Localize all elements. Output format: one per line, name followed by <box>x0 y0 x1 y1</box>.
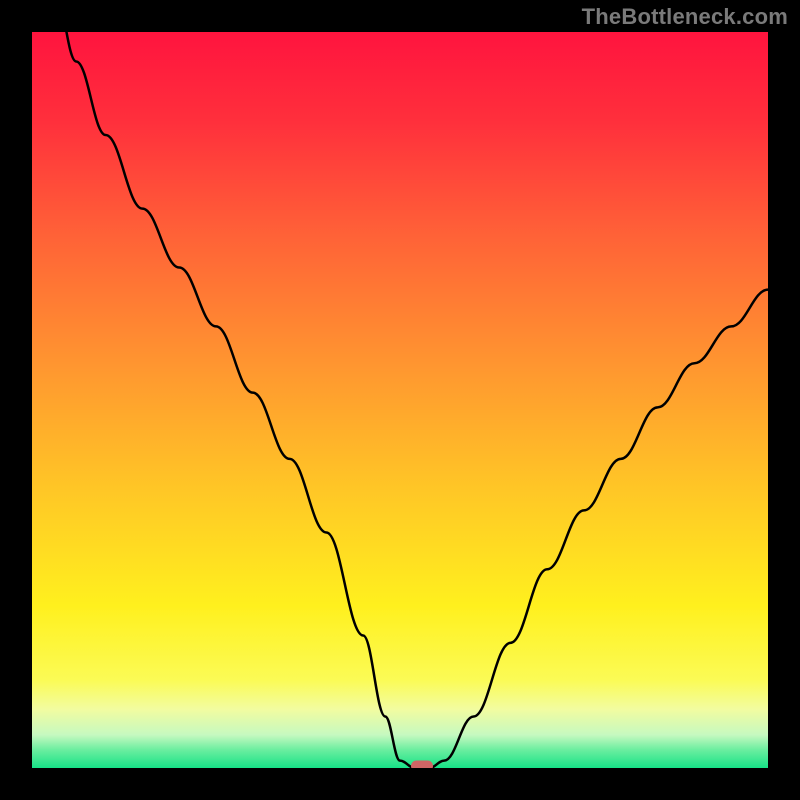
watermark-text: TheBottleneck.com <box>582 4 788 30</box>
minimum-marker <box>411 761 433 769</box>
curve-layer <box>32 32 768 768</box>
plot-area <box>32 32 768 768</box>
bottleneck-curve <box>32 32 768 768</box>
chart-container: TheBottleneck.com <box>0 0 800 800</box>
